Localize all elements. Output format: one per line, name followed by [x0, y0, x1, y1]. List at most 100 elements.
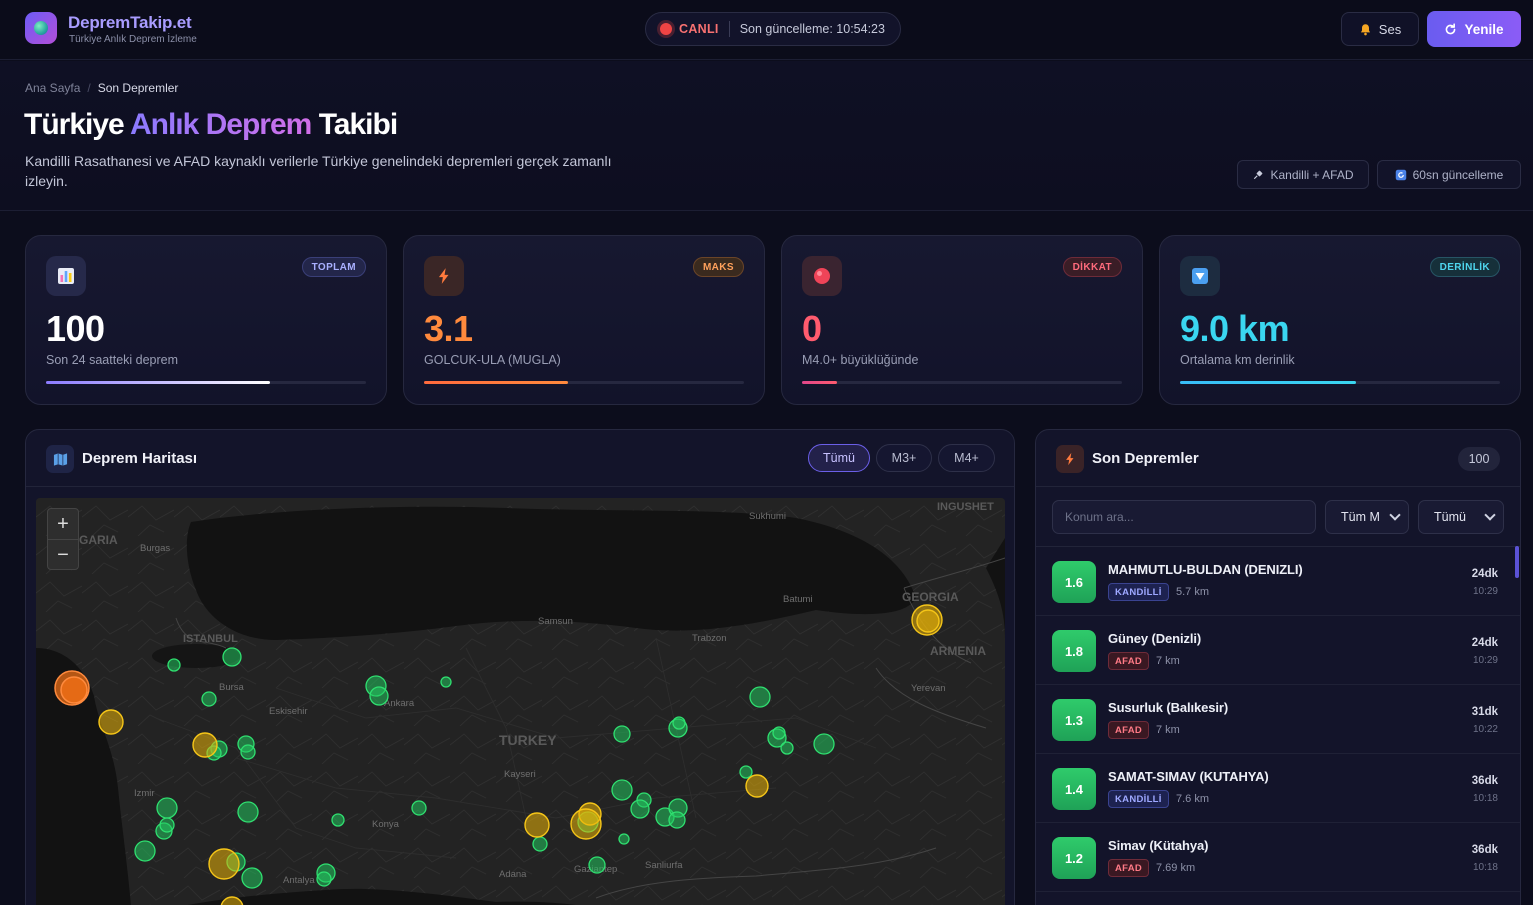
- zoom-in-button[interactable]: +: [48, 509, 78, 539]
- quake-marker[interactable]: [201, 691, 217, 707]
- quake-marker[interactable]: [369, 686, 389, 706]
- top-bar: DepremTakip.et Türkiye Anlık Deprem İzle…: [0, 0, 1533, 60]
- quake-list-item[interactable]: 1.2 Simav (Kütahya) AFAD 7.69 km 36dk 10…: [1036, 823, 1520, 892]
- map-label: Sanliurfa: [645, 860, 683, 871]
- stat-progress: [424, 381, 744, 384]
- quake-marker[interactable]: [668, 811, 686, 829]
- map-title: Deprem Haritası: [82, 450, 198, 467]
- quake-depth: 7 km: [1156, 724, 1180, 736]
- quake-time: 10:18: [1472, 862, 1498, 873]
- quake-marker[interactable]: [237, 801, 259, 823]
- stat-value: 3.1: [424, 308, 473, 349]
- quake-marker[interactable]: [570, 808, 602, 840]
- quake-time: 10:29: [1472, 655, 1498, 666]
- quake-marker[interactable]: [588, 856, 606, 874]
- quake-marker[interactable]: [745, 774, 769, 798]
- quake-marker[interactable]: [241, 867, 263, 889]
- stat-progress: [46, 381, 366, 384]
- map-label: GARIA: [79, 533, 118, 547]
- quakes-panel-header: Son Depremler 100: [1036, 430, 1520, 487]
- logo[interactable]: [25, 12, 57, 44]
- filter-m4[interactable]: M4+: [938, 444, 995, 472]
- quake-marker[interactable]: [611, 779, 633, 801]
- red-circle-icon: [802, 256, 842, 296]
- quake-marker[interactable]: [440, 676, 452, 688]
- zoom-out-button[interactable]: −: [48, 540, 78, 570]
- stat-card-total: TOPLAM 100 Son 24 saatteki deprem: [25, 235, 387, 405]
- map-label: Samsun: [538, 616, 573, 627]
- quake-marker[interactable]: [156, 797, 178, 819]
- live-status: CANLI Son güncelleme: 10:54:23: [645, 12, 901, 46]
- refresh-square-icon: [1395, 169, 1406, 180]
- quake-marker[interactable]: [672, 716, 686, 730]
- quake-marker[interactable]: [772, 726, 786, 740]
- magnitude-badge: 1.6: [1052, 561, 1096, 603]
- quake-marker[interactable]: [208, 848, 240, 880]
- quake-list-item[interactable]: 1.6 MAHMUTLU-BULDAN (DENIZLI) KANDİLLİ 5…: [1036, 547, 1520, 616]
- map-panel-header: Deprem Haritası Tümü M3+ M4+: [26, 430, 1014, 487]
- quake-marker[interactable]: [916, 609, 940, 633]
- quake-marker[interactable]: [192, 732, 218, 758]
- map-label: ISTANBUL: [183, 633, 238, 645]
- stat-progress: [802, 381, 1122, 384]
- stat-progress: [1180, 381, 1500, 384]
- refresh-button[interactable]: Yenile: [1427, 11, 1521, 47]
- filter-all[interactable]: Tümü: [808, 444, 870, 472]
- list-scrollbar[interactable]: [1515, 546, 1519, 578]
- filter-m3[interactable]: M3+: [876, 444, 932, 472]
- quake-marker[interactable]: [532, 836, 548, 852]
- refresh-label: Yenile: [1464, 21, 1504, 37]
- magnitude-select[interactable]: Tüm M: [1325, 500, 1409, 534]
- source-select[interactable]: Tümü: [1418, 500, 1504, 534]
- earthquake-map[interactable]: Sukhumi INGUSHET GARIA Burgas Batumi GEO…: [36, 498, 1005, 905]
- source-chip-label: Kandilli + AFAD: [1270, 167, 1354, 182]
- hero-section: Ana Sayfa / Son Depremler Türkiye Anlık De…: [0, 61, 1533, 211]
- title-pre: Türkiye: [24, 108, 125, 141]
- bell-icon: [1360, 23, 1370, 35]
- quake-marker[interactable]: [98, 709, 124, 735]
- lightning-icon: [424, 256, 464, 296]
- stat-progress-fill: [46, 381, 270, 384]
- quake-list-item[interactable]: 1.4 SAMAT-SIMAV (KUTAHYA) KANDİLLİ 7.6 k…: [1036, 754, 1520, 823]
- quake-marker[interactable]: [222, 647, 242, 667]
- quake-marker[interactable]: [613, 725, 631, 743]
- quake-marker[interactable]: [524, 812, 550, 838]
- refresh-icon: [1446, 22, 1456, 34]
- down-arrow-icon: [1180, 256, 1220, 296]
- page-description: Kandilli Rasathanesi ve AFAD kaynaklı ve…: [25, 153, 612, 189]
- quake-ago: 24dk: [1471, 568, 1498, 580]
- stat-progress-fill: [802, 381, 838, 384]
- quake-marker[interactable]: [316, 871, 332, 887]
- quake-marker[interactable]: [134, 840, 156, 862]
- quake-marker[interactable]: [630, 799, 650, 819]
- stat-label: Ortalama km derinlik: [1180, 353, 1295, 367]
- quake-marker[interactable]: [159, 817, 175, 833]
- quake-marker[interactable]: [739, 765, 753, 779]
- sound-button[interactable]: Ses: [1341, 12, 1419, 46]
- quake-marker[interactable]: [813, 733, 835, 755]
- brand-name[interactable]: DepremTakip.et: [68, 13, 192, 33]
- stat-card-depth: DERİNLİK 9.0 km Ortalama km derinlik: [1159, 235, 1521, 405]
- quake-marker[interactable]: [240, 744, 256, 760]
- quake-marker[interactable]: [331, 813, 345, 827]
- quake-marker[interactable]: [60, 676, 88, 704]
- quake-depth: 7 km: [1156, 655, 1180, 667]
- map-canvas[interactable]: Sukhumi INGUSHET GARIA Burgas Batumi GEO…: [36, 498, 1005, 905]
- source-select-value: Tümü: [1434, 510, 1466, 524]
- map-icon: [46, 445, 74, 473]
- quake-marker[interactable]: [167, 658, 181, 672]
- location-search-input[interactable]: [1052, 500, 1316, 534]
- stat-value: 100: [46, 308, 105, 349]
- magnitude-badge: 1.4: [1052, 768, 1096, 810]
- quake-marker[interactable]: [780, 741, 794, 755]
- quake-marker[interactable]: [618, 833, 630, 845]
- quake-marker[interactable]: [749, 686, 771, 708]
- magnitude-badge: 1.8: [1052, 630, 1096, 672]
- quake-list-item[interactable]: 1.3 Susurluk (Balıkesir) AFAD 7 km 31dk …: [1036, 685, 1520, 754]
- breadcrumb-home[interactable]: Ana Sayfa: [25, 81, 80, 95]
- stat-card-alert: DİKKAT 0 M4.0+ büyüklüğünde: [781, 235, 1143, 405]
- quake-ago: 24dk: [1471, 637, 1498, 649]
- breadcrumb: Ana Sayfa / Son Depremler: [25, 81, 178, 95]
- quake-marker[interactable]: [411, 800, 427, 816]
- quake-list-item[interactable]: 1.8 Güney (Denizli) AFAD 7 km 24dk 10:29: [1036, 616, 1520, 685]
